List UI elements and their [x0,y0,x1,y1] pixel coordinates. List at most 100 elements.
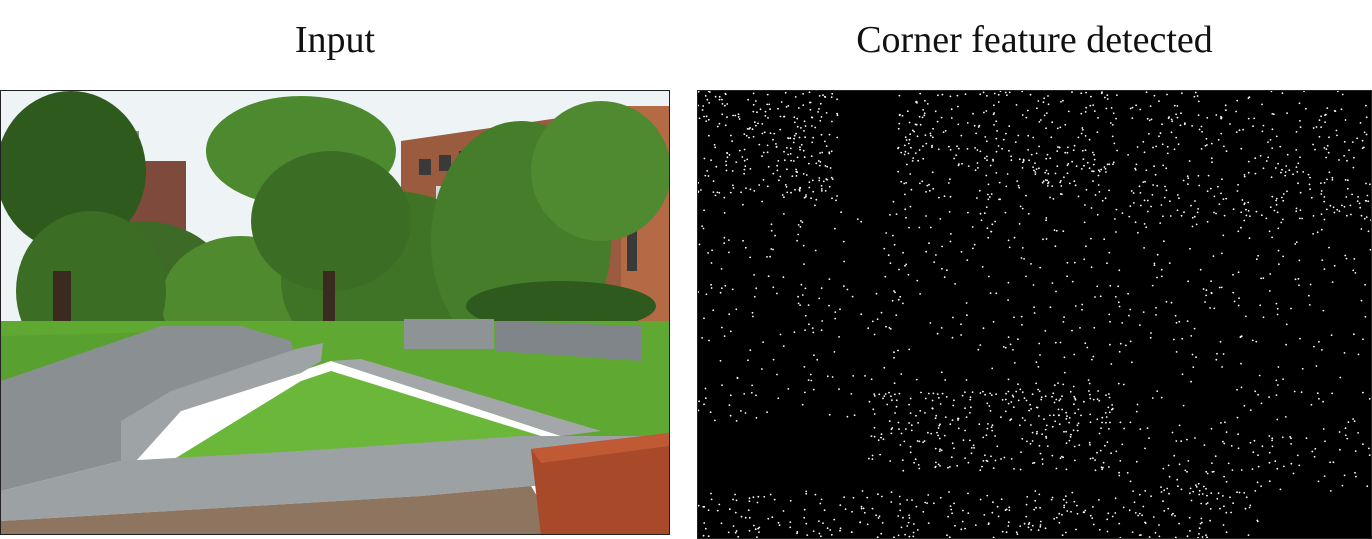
corner-dot [866,523,869,526]
corner-dot [777,397,780,400]
corner-dot [1065,468,1068,471]
corner-dot [1039,526,1042,528]
corner-dot [973,447,975,449]
corner-dot [1209,508,1212,510]
corner-dot [819,161,822,163]
corner-dot [1323,475,1326,477]
corner-dot [1169,215,1172,217]
corner-dot [1240,469,1243,471]
corner-dot [897,534,900,537]
corner-dot [1285,323,1288,326]
corner-dot [1367,200,1370,203]
corner-dot [756,501,759,504]
corner-dot [803,366,806,368]
corner-dot [1243,492,1246,494]
corner-dot [987,236,990,239]
corner-dot [1222,440,1224,443]
corner-dot [1206,220,1209,223]
corner-dot [1041,463,1044,465]
corner-dot [873,333,876,336]
corner-dot [911,129,914,132]
corner-dot [1058,146,1061,149]
corner-dot [1197,208,1199,210]
corner-dot [1071,329,1073,332]
corner-dot [846,288,849,291]
corner-dot [1211,462,1213,464]
corner-dot [1259,304,1262,307]
corner-dot [1316,392,1319,395]
corner-dot [1190,499,1193,502]
corner-dot [937,397,940,399]
corner-dot [1209,519,1211,522]
corner-dot [1129,205,1132,207]
corner-dot [1299,126,1302,128]
corner-dot [783,196,785,199]
corner-dot [1075,528,1077,531]
corner-dot [1239,336,1242,339]
corner-dot [970,406,972,409]
corner-dot [1175,136,1178,139]
corner-dot [792,141,795,144]
corner-dot [729,414,732,417]
corner-dot [1014,141,1017,143]
corner-dot [1175,351,1178,353]
corner-dot [1237,433,1239,436]
corner-dot [1005,132,1007,135]
corner-dot [957,147,960,150]
corner-dot [859,521,861,524]
corner-dot [724,284,727,287]
corner-dot [1268,480,1271,483]
corner-dot [1202,485,1205,488]
corner-dot [904,136,907,139]
corner-dot [1178,197,1180,199]
corner-dot [1165,189,1168,192]
corner-dot [996,505,999,508]
corner-dot [1129,340,1132,343]
corner-dot [918,149,921,151]
corner-dot [908,517,911,519]
corner-dot [984,157,986,160]
corner-dot [1332,461,1335,464]
corner-dot [1100,427,1102,429]
corner-dot [1353,333,1355,336]
corner-dot [767,117,769,119]
corner-dot [698,182,700,184]
corner-dot [997,145,1000,147]
corner-dot [1133,501,1136,504]
corner-dot [698,104,700,107]
corner-dot [906,499,908,501]
corner-dot [1326,107,1329,109]
corner-dot [1295,166,1298,168]
corner-dot [1286,112,1288,114]
corner-dot [768,103,771,106]
corner-dot [915,505,918,508]
corner-dot [908,121,911,124]
corner-dot [1324,114,1326,116]
corner-dot [1215,114,1218,116]
corner-dot [972,247,974,250]
corner-dot [852,496,855,499]
corner-dot [777,160,780,162]
corner-dot [1346,214,1348,217]
corner-dot [880,436,882,439]
corner-dot [1194,437,1196,439]
corner-dot [1293,390,1296,393]
corner-dot [1271,128,1274,131]
corner-dot [1213,211,1215,214]
corner-dot [962,439,965,442]
corner-dot [1062,230,1065,233]
corner-dot [1049,196,1051,199]
corner-dot [898,495,901,498]
corner-dot [755,124,757,127]
corner-dot [703,115,705,118]
corner-dot [905,263,908,266]
corner-dot [1357,196,1359,198]
corner-dot [934,447,937,450]
corner-dot [885,232,888,234]
corner-dot [778,524,781,527]
corner-dot [706,98,709,101]
corner-dot [823,509,826,512]
corner-dot [949,95,952,98]
corner-dot [757,122,759,125]
corner-dot [1162,467,1165,470]
